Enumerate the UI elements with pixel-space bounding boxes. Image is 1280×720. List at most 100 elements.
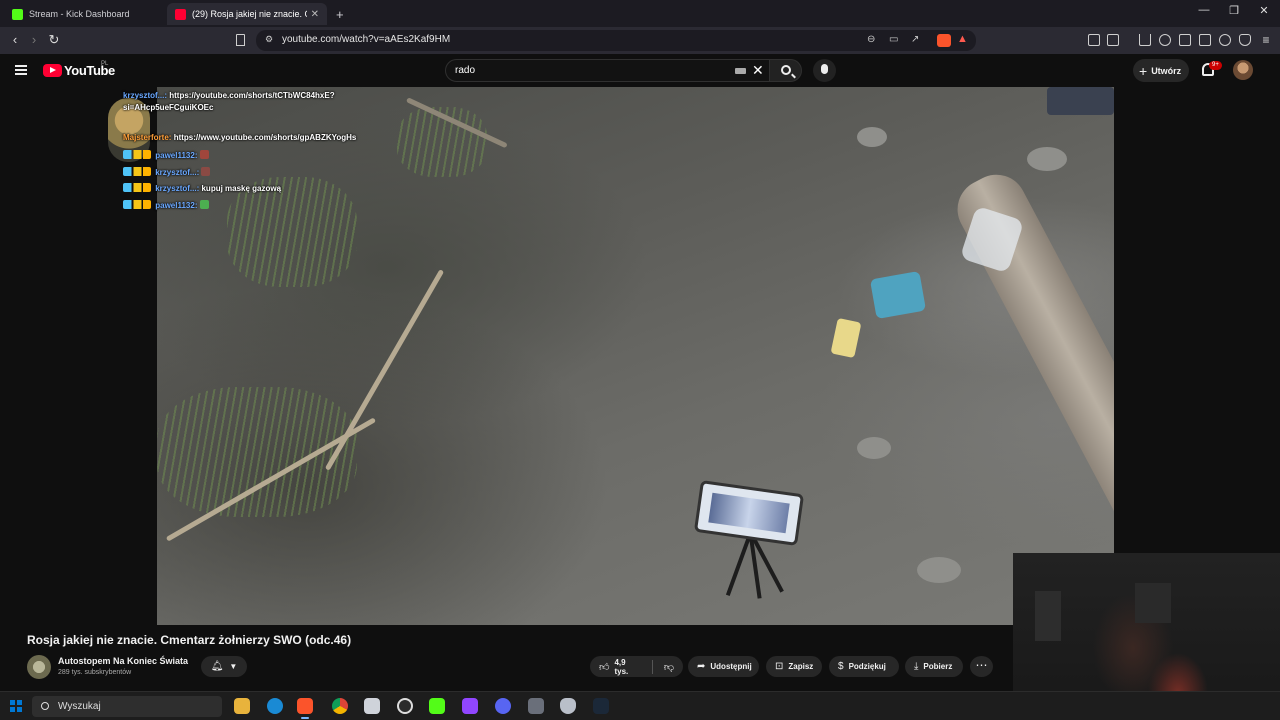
forward-icon[interactable]: › [25, 32, 43, 48]
keyboard-icon[interactable] [735, 68, 746, 74]
video-player[interactable] [157, 87, 1114, 625]
chat-text: https://youtube.com/shorts/tCTbWC84hxE? [169, 91, 335, 100]
save-label: Zapisz [788, 662, 814, 671]
thanks-button[interactable]: $ Podziękuj [829, 656, 899, 677]
thanks-icon: $ [838, 661, 844, 672]
like-dislike-group: 👍︎ 4,9 tys. 👎︎ [590, 656, 683, 677]
chat-message: si=AHcp5ueFCguiKOEc [123, 101, 213, 114]
save-icon: ⊡ [775, 661, 784, 672]
video-scene-phone [693, 480, 805, 546]
site-settings-icon[interactable]: ⚙ [265, 34, 273, 45]
menu-icon[interactable]: ≡ [1257, 32, 1275, 48]
video-scene-stone [917, 557, 961, 583]
brave-browser-icon[interactable] [297, 698, 313, 719]
search-input[interactable]: rado ✕ [445, 59, 770, 82]
windows-start-icon[interactable] [10, 700, 22, 712]
reload-icon[interactable]: ↻ [45, 32, 63, 48]
thanks-label: Podziękuj [848, 662, 886, 671]
chat-text: si=AHcp5ueFCguiKOEc [123, 103, 214, 112]
video-scene-stone [857, 437, 891, 459]
obs-icon[interactable] [397, 698, 413, 714]
webcam-scene-frame [1135, 583, 1171, 623]
browser-toolbar: ‹ › ↻ ⚙ youtube.com/watch?v=aAEs2Kaf9HM … [0, 27, 1280, 54]
chat-username: krzysztof...: [123, 91, 168, 100]
new-tab-button[interactable]: + [332, 3, 352, 25]
microphone-icon [821, 64, 828, 74]
media-icon[interactable] [1159, 34, 1171, 46]
channel-name[interactable]: Autostopem Na Koniec Świata [58, 656, 188, 666]
share-page-icon[interactable]: ↗ [911, 34, 919, 45]
subscription-bell-button[interactable]: 🔔︎ ▼ [201, 656, 247, 677]
video-scene-bag [869, 270, 927, 320]
sidebar-icon[interactable] [1179, 34, 1191, 46]
save-button[interactable]: ⊡ Zapisz [766, 656, 822, 677]
download-icon: ⤓ [914, 661, 919, 672]
share-icon: ➦ [697, 661, 706, 672]
chat-emote-icon [199, 200, 209, 209]
chat-badges-icon [123, 183, 151, 192]
like-count[interactable]: 4,9 tys. [614, 658, 640, 676]
tab-kick-dashboard[interactable]: Stream - Kick Dashboard [4, 3, 164, 25]
bell-icon: 🔔︎ [210, 661, 224, 672]
hamburger-menu-icon[interactable] [15, 65, 27, 75]
taskbar-search-label: Wyszukaj [58, 701, 101, 712]
channel-avatar[interactable] [27, 655, 51, 679]
chat-emote-icon [201, 167, 211, 176]
brave-shields-icon[interactable] [937, 34, 951, 47]
search-button[interactable] [769, 59, 802, 82]
create-button[interactable]: + Utwórz [1133, 59, 1189, 82]
chevron-down-icon: ▼ [229, 662, 238, 671]
brave-rewards-icon[interactable]: ▲ [957, 33, 968, 45]
account-avatar[interactable] [1233, 60, 1253, 80]
leo-ai-icon[interactable] [1219, 34, 1231, 46]
steam-icon[interactable] [593, 698, 609, 714]
back-icon[interactable]: ‹ [6, 32, 24, 48]
chat-emote-icon [199, 150, 209, 159]
clear-search-icon[interactable]: ✕ [752, 62, 764, 79]
discord-icon[interactable] [495, 698, 511, 714]
file-explorer-icon[interactable] [234, 698, 250, 714]
cast-icon[interactable]: ▭ [889, 34, 898, 45]
kick-app-icon[interactable] [429, 698, 445, 714]
more-actions-icon[interactable]: ⋯ [970, 656, 993, 677]
download-button[interactable]: ⤓ Pobierz [905, 656, 963, 677]
close-tab-icon[interactable]: ✕ [311, 9, 319, 20]
wallet-icon[interactable] [1199, 34, 1211, 46]
chat-badges-icon [123, 150, 151, 159]
region-code: PL [101, 61, 109, 67]
app-icon[interactable] [364, 698, 380, 714]
like-icon[interactable]: 👍︎ [599, 661, 609, 673]
app-icon[interactable] [528, 698, 544, 714]
close-window-icon[interactable]: ✕ [1249, 4, 1279, 17]
chat-message: krzysztof...: kupuj maskę gazową [123, 182, 281, 195]
edge-icon[interactable] [267, 698, 283, 714]
chat-message: Majsterforte: https://www.youtube.com/sh… [123, 131, 356, 144]
share-button[interactable]: ➦ Udostępnij [688, 656, 759, 677]
video-scene-stone [857, 127, 887, 147]
download-label: Pobierz [923, 662, 953, 671]
video-title: Rosja jakiej nie znacie. Cmentarz żołnie… [27, 633, 352, 647]
youtube-logo-icon[interactable] [43, 64, 62, 77]
minimize-icon[interactable]: — [1189, 4, 1219, 16]
dislike-icon[interactable]: 👎︎ [664, 661, 674, 673]
divider [651, 659, 653, 674]
bookmark-icon[interactable] [236, 34, 245, 46]
kick-icon [12, 8, 23, 20]
address-bar[interactable]: ⚙ youtube.com/watch?v=aAEs2Kaf9HM ⊖ ▭ ↗ … [256, 30, 976, 51]
taskbar-search[interactable]: Wyszukaj [32, 696, 222, 717]
voice-search-button[interactable] [813, 59, 836, 82]
search-icon [41, 702, 49, 710]
zoom-icon[interactable]: ⊖ [867, 34, 875, 45]
tab-youtube-video[interactable]: (29) Rosja jakiej nie znacie. Cm ✕ [167, 3, 327, 25]
vpn-shield-icon[interactable] [1239, 34, 1251, 46]
restore-icon[interactable]: ❐ [1219, 4, 1249, 17]
chrome-icon[interactable] [332, 698, 348, 714]
chat-username: Majsterforte: [123, 133, 172, 142]
streaming-tool-icon[interactable] [462, 698, 478, 714]
security-app-icon[interactable] [560, 698, 576, 714]
youtube-icon [175, 8, 186, 20]
video-scene-branch [324, 269, 445, 471]
tab-search-icon[interactable] [1107, 34, 1119, 46]
downloads-icon[interactable] [1139, 34, 1151, 46]
extensions-icon[interactable] [1088, 34, 1100, 46]
